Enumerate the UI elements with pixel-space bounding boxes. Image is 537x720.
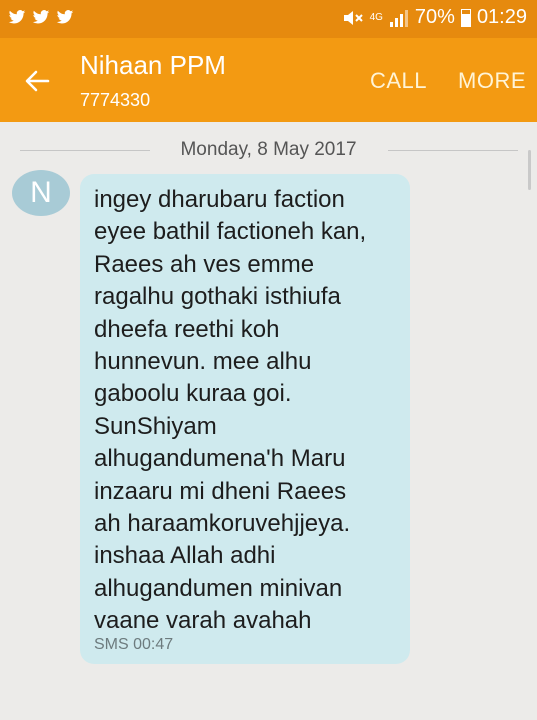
clock: 01:29 (476, 6, 527, 28)
message-timestamp: SMS 00:47 (94, 636, 174, 653)
date-separator: Monday, 8 May 2017 (0, 136, 537, 166)
divider (388, 150, 518, 151)
more-button[interactable]: MORE (458, 68, 526, 94)
notification-icons (8, 8, 74, 26)
network-type: 4G (369, 11, 383, 23)
signal-icon (389, 9, 408, 27)
battery-percent: 70% (414, 6, 455, 28)
twitter-icon (56, 10, 74, 24)
contact-avatar[interactable]: N (12, 170, 70, 216)
twitter-icon (32, 10, 50, 24)
scrollbar[interactable] (528, 150, 531, 190)
mute-icon (343, 10, 363, 25)
contact-name[interactable]: Nihaan PPM (80, 50, 226, 81)
call-button[interactable]: CALL (370, 68, 427, 94)
system-status: 4G 70% 01:29 (342, 6, 527, 29)
status-bar: 4G 70% 01:29 (0, 0, 537, 38)
back-arrow-icon[interactable] (22, 66, 52, 96)
battery-icon (460, 8, 471, 27)
message-text: ingey dharubaru faction eyee bathil fact… (94, 186, 367, 635)
message-bubble[interactable]: ingey dharubaru faction eyee bathil fact… (80, 174, 410, 664)
contact-number: 7774330 (80, 90, 151, 110)
conversation-header: Nihaan PPM 7774330 CALL MORE (0, 38, 537, 122)
twitter-icon (8, 10, 26, 24)
